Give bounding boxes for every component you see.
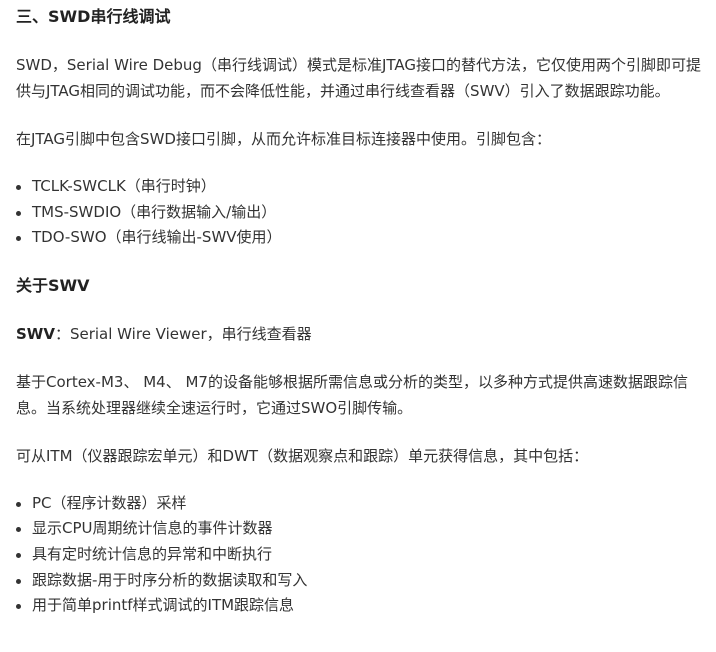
article-body: 三、SWD串行线调试 SWD，Serial Wire Debug（串行线调试）模… [0, 0, 716, 652]
swv-definition-text: ：Serial Wire Viewer，串行线查看器 [54, 324, 312, 343]
list-item: TCLK-SWCLK（串行时钟） [16, 174, 716, 200]
pin-intro-paragraph: 在JTAG引脚中包含SWD接口引脚，从而允许标准目标连接器中使用。引脚包含： [16, 130, 551, 148]
bullet-icon [16, 210, 21, 216]
bullet-icon [16, 604, 21, 610]
swd-description-paragraph: SWD，Serial Wire Debug（串行线调试）模式是标准JTAG接口的… [16, 56, 701, 100]
bullet-icon [16, 501, 21, 507]
list-item: 显示CPU周期统计信息的事件计数器 [16, 516, 716, 542]
bullet-icon [16, 185, 21, 190]
list-item: 跟踪数据-用于时序分析的数据读取和写入 [16, 568, 716, 594]
swv-term: SWV [16, 324, 55, 343]
pin-list: TCLK-SWCLK（串行时钟） TMS-SWDIO（串行数据输入/输出） TD… [16, 174, 716, 251]
info-list: PC（程序计数器）采样 显示CPU周期统计信息的事件计数器 具有定时统计信息的异… [16, 491, 716, 619]
list-item: PC（程序计数器）采样 [16, 491, 716, 517]
list-item: 具有定时统计信息的异常和中断执行 [16, 542, 716, 568]
section-heading-swd: 三、SWD串行线调试 [16, 7, 171, 26]
list-item: 用于简单printf样式调试的ITM跟踪信息 [16, 593, 716, 619]
list-item: TMS-SWDIO（串行数据输入/输出） [16, 200, 716, 226]
bullet-icon [16, 552, 21, 558]
section-heading-swv: 关于SWV [16, 275, 90, 295]
itm-dwt-paragraph: 可从ITM（仪器跟踪宏单元）和DWT（数据观察点和跟踪）单元获得信息，其中包括： [16, 446, 589, 465]
bullet-icon [16, 527, 21, 533]
swv-definition: SWV：Serial Wire Viewer，串行线查看器 [16, 321, 706, 347]
bullet-icon [16, 578, 21, 584]
list-item: TDO-SWO（串行线输出-SWV使用） [16, 225, 716, 251]
bullet-icon [16, 236, 21, 242]
cortex-paragraph: 基于Cortex-M3、 M4、 M7的设备能够根据所需信息或分析的类型，以多种… [16, 372, 688, 417]
